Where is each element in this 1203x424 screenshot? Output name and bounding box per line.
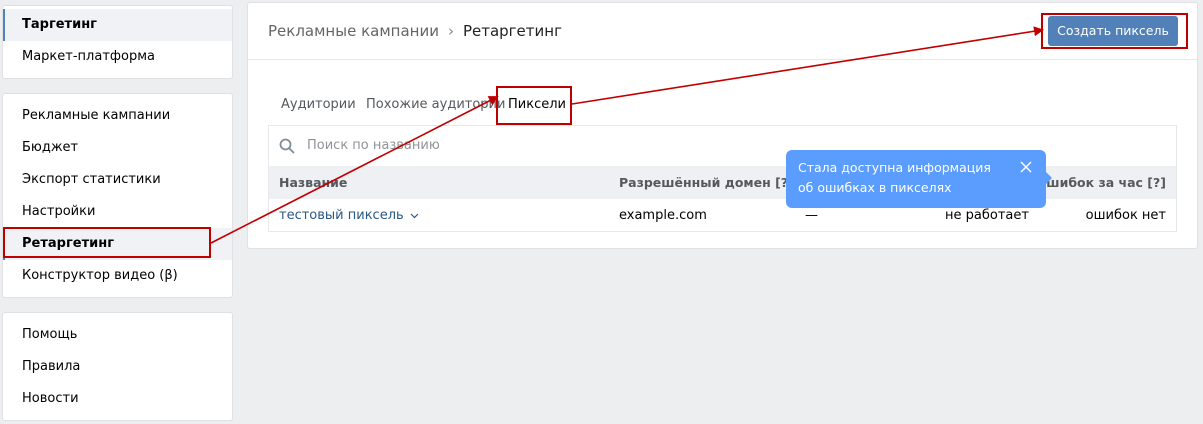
- tooltip-line-2: об ошибках в пикселях: [798, 180, 952, 195]
- info-tooltip: Стала доступна информация об ошибках в п…: [786, 150, 1052, 208]
- search-input[interactable]: Поиск по названию: [307, 126, 440, 166]
- sidebar-item-help[interactable]: Помощь: [3, 319, 232, 351]
- sidebar-group-main: Таргетинг Маркет-платформа: [2, 5, 233, 79]
- close-icon[interactable]: [1020, 161, 1032, 173]
- breadcrumb: Рекламные кампании › Ретаргетинг: [268, 3, 562, 59]
- breadcrumb-parent[interactable]: Рекламные кампании: [268, 22, 439, 40]
- chevron-down-icon[interactable]: [410, 213, 419, 219]
- sidebar-item-market-platform[interactable]: Маркет-платформа: [3, 41, 232, 73]
- sidebar-item-budget[interactable]: Бюджет: [3, 132, 232, 164]
- breadcrumb-current: Ретаргетинг: [462, 22, 562, 40]
- annotation-box-create-button: [1041, 13, 1188, 49]
- tab-audiences[interactable]: Аудитории: [281, 95, 356, 125]
- column-header-name[interactable]: Название: [279, 166, 347, 199]
- sidebar-item-news[interactable]: Новости: [3, 383, 232, 415]
- annotation-box-pixels-tab: [496, 86, 572, 125]
- sidebar-item-settings[interactable]: Настройки: [3, 196, 232, 228]
- chevron-right-icon: ›: [447, 22, 454, 40]
- sidebar-item-export-stats[interactable]: Экспорт статистики: [3, 164, 232, 196]
- pixel-domain: example.com: [619, 208, 707, 223]
- sidebar-item-rules[interactable]: Правила: [3, 351, 232, 383]
- column-header-errors[interactable]: Ошибок за час [?]: [1036, 166, 1166, 199]
- search-icon: [279, 138, 295, 154]
- annotation-box-retargeting: [3, 227, 211, 258]
- sidebar-group-ads: Рекламные кампании Бюджет Экспорт статис…: [2, 93, 233, 298]
- tooltip-line-1: Стала доступна информация: [798, 160, 991, 175]
- header-divider: [248, 59, 1197, 60]
- pixel-name-link[interactable]: тестовый пиксель: [279, 199, 419, 232]
- sidebar-item-video-constructor[interactable]: Конструктор видео (β): [3, 260, 232, 292]
- tab-lookalike-audiences[interactable]: Похожие аудитории: [366, 95, 505, 125]
- pixel-name[interactable]: тестовый пиксель: [279, 208, 404, 223]
- sidebar-item-targeting[interactable]: Таргетинг: [3, 9, 232, 41]
- pixel-errors: ошибок нет: [1085, 208, 1166, 223]
- sidebar-group-help: Помощь Правила Новости: [2, 312, 233, 421]
- column-header-domain[interactable]: Разрешённый домен [?]: [619, 166, 794, 199]
- sidebar-item-campaigns[interactable]: Рекламные кампании: [3, 100, 232, 132]
